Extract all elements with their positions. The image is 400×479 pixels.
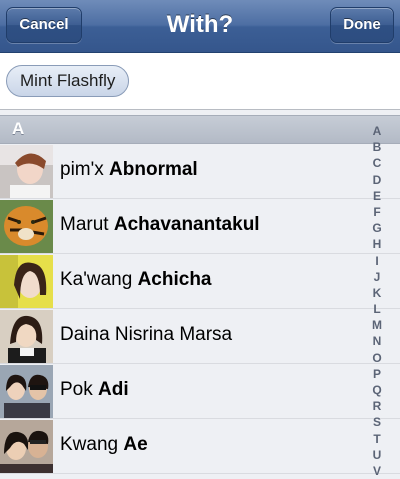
list-item[interactable]: Daina Nisrina Marsa (0, 309, 400, 364)
cancel-button[interactable]: Cancel (6, 7, 82, 43)
index-letter[interactable]: O (366, 350, 388, 366)
index-letter[interactable]: K (366, 285, 388, 301)
avatar (0, 200, 53, 253)
index-letter[interactable]: V (366, 463, 388, 479)
index-letter[interactable]: M (366, 317, 388, 333)
index-letter[interactable]: Q (366, 382, 388, 398)
selected-friends-field[interactable]: Mint Flashfly (0, 53, 400, 110)
list-item[interactable]: Pok Adi (0, 364, 400, 419)
done-button[interactable]: Done (330, 7, 394, 43)
index-letter[interactable]: U (366, 447, 388, 463)
index-letter[interactable]: P (366, 366, 388, 382)
list-item[interactable]: pim'x Abnormal (0, 144, 400, 199)
list-item[interactable]: Kwang Ae (0, 419, 400, 474)
navigation-bar: With? Cancel Done (0, 0, 400, 53)
list-item[interactable]: Marut Achavanantakul (0, 199, 400, 254)
selected-friend-token[interactable]: Mint Flashfly (6, 65, 130, 97)
avatar (0, 420, 53, 473)
contact-name: Daina Nisrina Marsa (60, 324, 233, 345)
contact-name: Kwang Ae (60, 434, 148, 455)
contact-name: Marut Achavanantakul (60, 214, 260, 235)
index-letter[interactable]: C (366, 155, 388, 171)
contact-list: pim'x Abnormal Marut Achavanantakul Ka'w… (0, 144, 400, 474)
index-letter[interactable]: I (366, 253, 388, 269)
index-letter[interactable]: B (366, 139, 388, 155)
index-letter[interactable]: R (366, 398, 388, 414)
index-letter[interactable]: D (366, 172, 388, 188)
contact-name: Ka'wang Achicha (60, 269, 212, 290)
index-letter[interactable]: H (366, 236, 388, 252)
index-letter[interactable]: F (366, 204, 388, 220)
index-letter[interactable]: J (366, 269, 388, 285)
list-item[interactable]: Ka'wang Achicha (0, 254, 400, 309)
avatar (0, 365, 53, 418)
avatar (0, 310, 53, 363)
section-letter: A (12, 119, 25, 138)
index-letter[interactable]: S (366, 414, 388, 430)
index-letter[interactable]: T (366, 431, 388, 447)
index-letter[interactable]: G (366, 220, 388, 236)
section-index[interactable]: A B C D E F G H I J K L M N O P Q R S T … (366, 123, 388, 479)
index-letter[interactable]: A (366, 123, 388, 139)
avatar (0, 145, 53, 198)
avatar (0, 255, 53, 308)
index-letter[interactable]: E (366, 188, 388, 204)
contact-name: Pok Adi (60, 379, 129, 400)
contact-name: pim'x Abnormal (60, 159, 198, 180)
section-header-a: A (0, 115, 400, 144)
index-letter[interactable]: N (366, 333, 388, 349)
index-letter[interactable]: L (366, 301, 388, 317)
